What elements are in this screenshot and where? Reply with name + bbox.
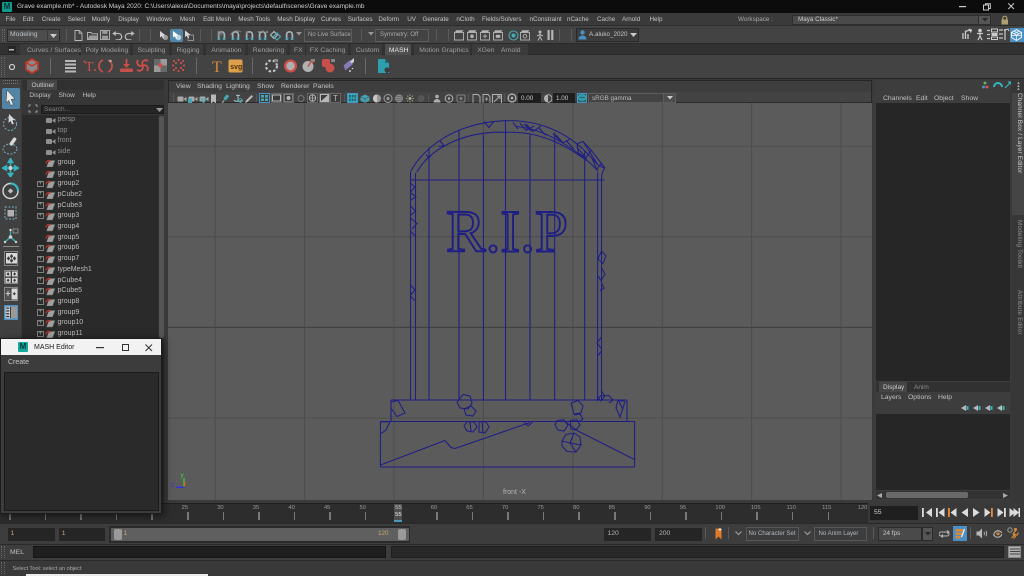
svg-text:R.I.P: R.I.P bbox=[446, 199, 568, 265]
svg-text:svg: svg bbox=[230, 64, 242, 71]
svg-text:T: T bbox=[333, 94, 338, 102]
svg-text:T: T bbox=[212, 59, 222, 74]
svg-text:T: T bbox=[85, 60, 94, 74]
svg-text:front -X: front -X bbox=[503, 489, 526, 496]
svg-text:z: z bbox=[171, 482, 174, 489]
